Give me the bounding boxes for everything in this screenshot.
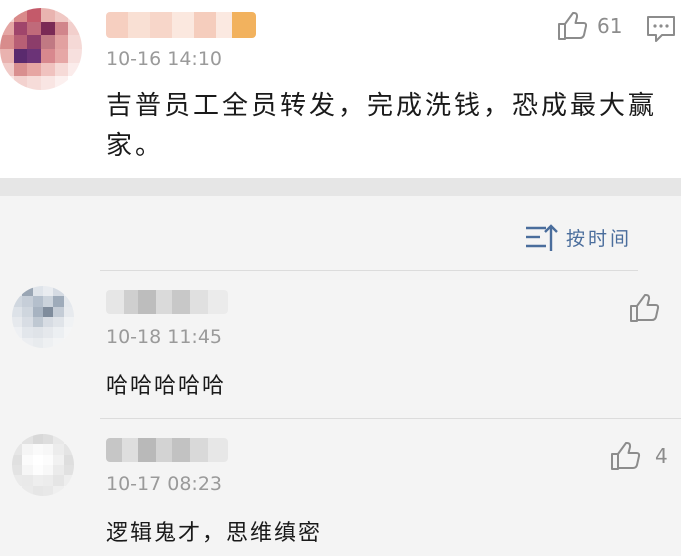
thumb-up-icon[interactable] [556,10,588,42]
thumb-up-icon[interactable] [609,440,641,472]
sort-icon [526,224,558,251]
username[interactable] [106,12,256,38]
reply-text: 哈哈哈哈哈 [106,374,227,399]
comment-timestamp: 10-16 14:10 [106,48,223,70]
sort-label: 按时间 [566,227,633,250]
like-count: 4 [655,444,668,468]
avatar[interactable] [12,286,74,348]
sort-by-time-button[interactable]: 按时间 [524,222,632,252]
comment-text: 吉普员工全员转发，完成洗钱，恐成最大赢家。 [106,91,658,161]
avatar[interactable] [12,434,74,496]
comment-icon[interactable] [646,15,676,43]
username[interactable] [106,438,228,462]
divider [100,270,638,271]
thumb-up-icon[interactable] [628,292,660,324]
reply-timestamp: 10-18 11:45 [106,326,223,348]
main-comment: 10-16 14:10 61 吉普员工全员转发，完成洗钱，恐成最大赢家。 [0,0,681,178]
username[interactable] [106,290,228,314]
like-count: 61 [597,14,623,38]
reply-timestamp: 10-17 08:23 [106,473,223,495]
divider [100,418,681,419]
reply-text: 逻辑鬼才，思维缜密 [106,521,323,546]
section-divider [0,178,681,196]
avatar[interactable] [0,8,82,90]
